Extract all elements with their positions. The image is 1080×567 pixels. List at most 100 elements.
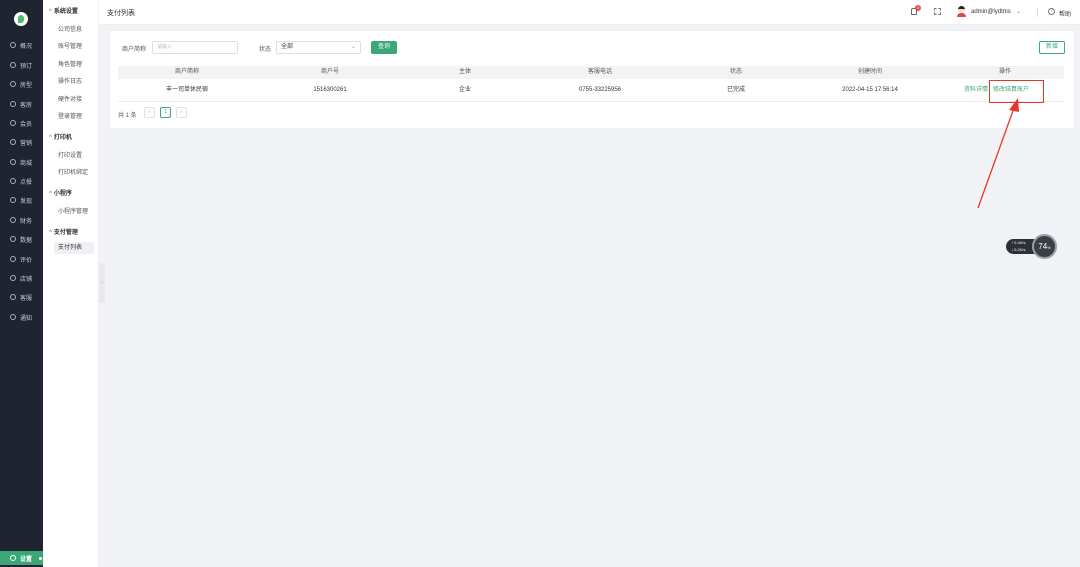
megaphone-icon xyxy=(10,139,16,145)
settings-submenu: ^ 系统设置 公司信息 账号管理 角色管理 操作日志 硬件对接 登录管理 ^ 打印机… xyxy=(43,0,99,567)
col-phone: 客服电话 xyxy=(587,69,613,75)
submenu-item-login[interactable]: 登录管理 xyxy=(58,111,82,120)
chevron-down-icon[interactable]: ⌄ xyxy=(1016,8,1021,15)
merchant-label: 商户简称 xyxy=(122,47,147,53)
cell-merchant-no: 1516300261 xyxy=(313,87,347,93)
merchant-search-input[interactable]: 请输入 xyxy=(152,41,238,54)
nav-item-label: 设置 xyxy=(20,556,33,563)
nav-item-mail[interactable]: 通知 xyxy=(0,310,43,324)
col-actions: 操作 xyxy=(998,69,1012,75)
nav-item-label: 财务 xyxy=(20,218,33,225)
submenu-item-print-settings[interactable]: 打印设置 xyxy=(58,150,82,159)
download-speed: ↓ 0.2K/s xyxy=(1011,247,1026,252)
submenu-item-roles[interactable]: 角色管理 xyxy=(58,59,82,68)
view-details-link[interactable]: 资料详情 xyxy=(964,79,988,102)
shop-icon xyxy=(10,159,16,165)
col-created: 创建时间 xyxy=(857,69,883,75)
upload-speed: ↑ 0.4K/s xyxy=(1011,240,1026,245)
submenu-group-printer[interactable]: ^ 打印机 xyxy=(49,132,72,141)
network-speed-widget[interactable]: ↑ 0.4K/s ↓ 0.2K/s 74% xyxy=(1006,234,1057,259)
nav-item-label: 店铺 xyxy=(20,276,33,283)
avatar[interactable] xyxy=(956,6,966,17)
nav-item-label: 数据 xyxy=(20,237,33,244)
nav-item-settings[interactable]: 设置 xyxy=(0,551,43,565)
add-button[interactable]: 新增 xyxy=(1039,41,1065,54)
star-icon xyxy=(10,256,16,262)
nav-item-dashboard[interactable]: 概况 xyxy=(0,38,43,52)
cell-created: 2022-04-15 17:56:14 xyxy=(842,87,898,93)
pagination-total: 共 1 条 xyxy=(118,113,137,119)
cell-phone: 0755-33225956 xyxy=(578,87,622,93)
query-button[interactable]: 查询 xyxy=(371,41,397,54)
nav-item-finance[interactable]: 财务 xyxy=(0,213,43,227)
submenu-item-company-info[interactable]: 公司信息 xyxy=(58,24,82,33)
pagination-page-1[interactable]: 1 xyxy=(160,107,171,118)
submenu-item-logs[interactable]: 操作日志 xyxy=(58,76,82,85)
table-header: 商户简称 商户号 主体 客服电话 状态 创建时间 操作 xyxy=(118,66,1064,79)
gear-icon xyxy=(10,555,16,561)
nav-item-service[interactable]: 客服 xyxy=(0,290,43,304)
cell-merchant: 丰一司单休民宿 xyxy=(165,87,209,93)
help-link[interactable]: 帮助 xyxy=(1059,9,1071,18)
nav-item-data[interactable]: 数据 xyxy=(0,232,43,246)
nav-item-label: 概况 xyxy=(20,43,33,50)
active-indicator xyxy=(39,556,42,560)
nav-item-compass[interactable]: 发现 xyxy=(0,193,43,207)
submenu-item-miniprogram[interactable]: 小程序管理 xyxy=(58,206,88,215)
col-entity: 主体 xyxy=(458,69,472,75)
help-icon[interactable]: ? xyxy=(1048,8,1055,15)
cell-status: 已完成 xyxy=(726,87,746,93)
cell-entity: 企业 xyxy=(458,87,472,93)
data-icon xyxy=(10,236,16,242)
fullscreen-icon[interactable] xyxy=(934,8,941,15)
page-title: 支付列表 xyxy=(107,10,135,17)
dining-icon xyxy=(10,178,16,184)
house-icon xyxy=(10,81,16,87)
col-status: 状态 xyxy=(729,69,743,75)
status-label: 状态 xyxy=(259,47,272,53)
submenu-group-payment[interactable]: ^ 支付管理 xyxy=(49,227,78,236)
nav-item-label: 房型 xyxy=(20,82,33,89)
chevron-up-icon: ^ xyxy=(49,230,52,236)
leaf-icon xyxy=(18,15,24,23)
nav-item-label: 点餐 xyxy=(20,179,33,186)
service-icon xyxy=(10,294,16,300)
logo[interactable] xyxy=(14,12,28,26)
payment-list-card: 商户简称 请输入 状态 全部 ⌄ 查询 新增 商户简称 商户号 主体 客服电话 … xyxy=(110,31,1074,128)
highlight-box xyxy=(989,80,1044,103)
divider xyxy=(1037,8,1038,17)
status-select[interactable]: 全部 ⌄ xyxy=(276,41,361,54)
table-row: 丰一司单休民宿 1516300261 企业 0755-33225956 已完成 … xyxy=(118,79,1064,102)
nav-item-label: 发现 xyxy=(20,198,33,205)
user-menu[interactable]: admin@lydtms xyxy=(971,9,1011,15)
nav-item-label: 会员 xyxy=(20,121,33,128)
nav-item-label: 通知 xyxy=(20,315,33,322)
main-nav: 概况预订房型客房会员营销商城点餐发现财务数据评价店铺客服通知 设置 xyxy=(0,0,43,567)
nav-item-calendar[interactable]: 预订 xyxy=(0,58,43,72)
nav-item-house[interactable]: 房型 xyxy=(0,77,43,91)
pagination-prev-button[interactable]: ‹ xyxy=(144,107,155,118)
submenu-item-hardware[interactable]: 硬件对接 xyxy=(58,94,82,103)
calendar-icon xyxy=(10,62,16,68)
bell-icon xyxy=(10,101,16,107)
nav-item-shop[interactable]: 商城 xyxy=(0,155,43,169)
pagination-next-button[interactable]: › xyxy=(176,107,187,118)
submenu-group-miniprogram[interactable]: ^ 小程序 xyxy=(49,188,72,197)
nav-item-dining[interactable]: 点餐 xyxy=(0,174,43,188)
dashboard-icon xyxy=(10,42,16,48)
compass-icon xyxy=(10,197,16,203)
nav-item-label: 预订 xyxy=(20,63,33,70)
nav-item-label: 营销 xyxy=(20,140,33,147)
nav-item-store[interactable]: 店铺 xyxy=(0,271,43,285)
nav-item-megaphone[interactable]: 营销 xyxy=(0,135,43,149)
nav-item-star[interactable]: 评价 xyxy=(0,252,43,266)
submenu-item-accounts[interactable]: 账号管理 xyxy=(58,41,82,50)
collapse-handle[interactable]: ‹ xyxy=(99,263,105,303)
submenu-item-printer-bind[interactable]: 打印机绑定 xyxy=(58,167,88,176)
submenu-group-system[interactable]: ^ 系统设置 xyxy=(49,6,78,15)
col-merchant: 商户简称 xyxy=(174,69,200,75)
submenu-item-payment-list[interactable]: 支付列表 xyxy=(54,242,94,254)
nav-item-member[interactable]: 会员 xyxy=(0,116,43,130)
chevron-up-icon: ^ xyxy=(49,135,52,141)
nav-item-bell[interactable]: 客房 xyxy=(0,97,43,111)
